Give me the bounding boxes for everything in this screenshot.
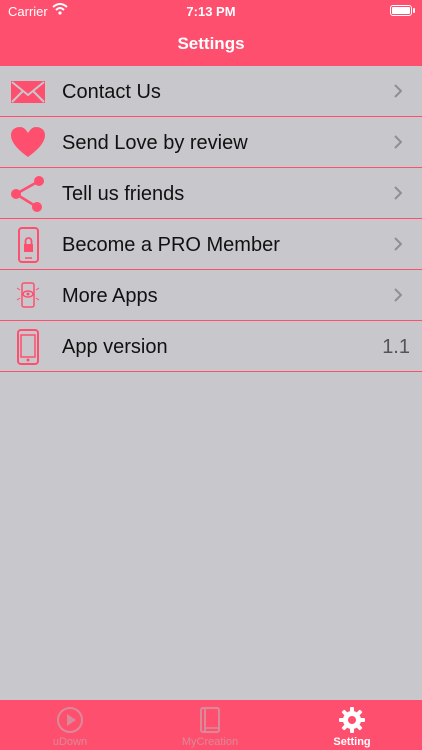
phone-icon bbox=[10, 329, 46, 365]
play-circle-icon bbox=[56, 706, 84, 734]
chevron-right-icon bbox=[394, 237, 403, 256]
book-icon bbox=[196, 706, 224, 734]
chevron-right-icon bbox=[394, 186, 403, 205]
gear-icon bbox=[338, 706, 366, 734]
share-icon bbox=[10, 176, 46, 212]
tab-label: Setting bbox=[333, 736, 371, 748]
app-version-value: 1.1 bbox=[382, 336, 410, 358]
row-become-pro[interactable]: Become a PRO Member bbox=[0, 219, 422, 270]
row-label: Send Love by review bbox=[62, 132, 248, 154]
phone-lock-icon bbox=[10, 227, 46, 263]
header: Carrier 7:13 PM Settings bbox=[0, 0, 422, 66]
row-label: App version bbox=[62, 336, 168, 358]
chevron-right-icon bbox=[394, 288, 403, 307]
envelope-icon bbox=[10, 74, 46, 110]
chevron-right-icon bbox=[394, 135, 403, 154]
heart-icon bbox=[10, 125, 46, 161]
settings-list: Contact Us Send Love by review Tell us f… bbox=[0, 66, 422, 372]
status-bar: Carrier 7:13 PM bbox=[0, 0, 422, 22]
row-tell-friends[interactable]: Tell us friends bbox=[0, 168, 422, 219]
phone-apps-icon bbox=[10, 278, 46, 314]
row-label: Tell us friends bbox=[62, 183, 185, 205]
status-time: 7:13 PM bbox=[186, 4, 236, 19]
row-send-love[interactable]: Send Love by review bbox=[0, 117, 422, 168]
tab-bar: uDown MyCreation Setting bbox=[0, 700, 422, 750]
tab-setting[interactable]: Setting bbox=[282, 700, 422, 750]
row-contact-us[interactable]: Contact Us bbox=[0, 66, 422, 117]
row-label: Contact Us bbox=[62, 81, 161, 103]
tab-mycreation[interactable]: MyCreation bbox=[140, 700, 280, 750]
battery-icon bbox=[390, 5, 415, 16]
page-title: Settings bbox=[177, 34, 245, 53]
tab-label: uDown bbox=[52, 736, 88, 748]
tab-label: MyCreation bbox=[181, 736, 239, 748]
row-more-apps[interactable]: More Apps bbox=[0, 270, 422, 321]
row-label: More Apps bbox=[62, 285, 158, 307]
chevron-right-icon bbox=[394, 84, 403, 103]
tab-udown[interactable]: uDown bbox=[0, 700, 140, 750]
row-app-version: App version 1.1 bbox=[0, 321, 422, 372]
row-label: Become a PRO Member bbox=[62, 234, 280, 256]
